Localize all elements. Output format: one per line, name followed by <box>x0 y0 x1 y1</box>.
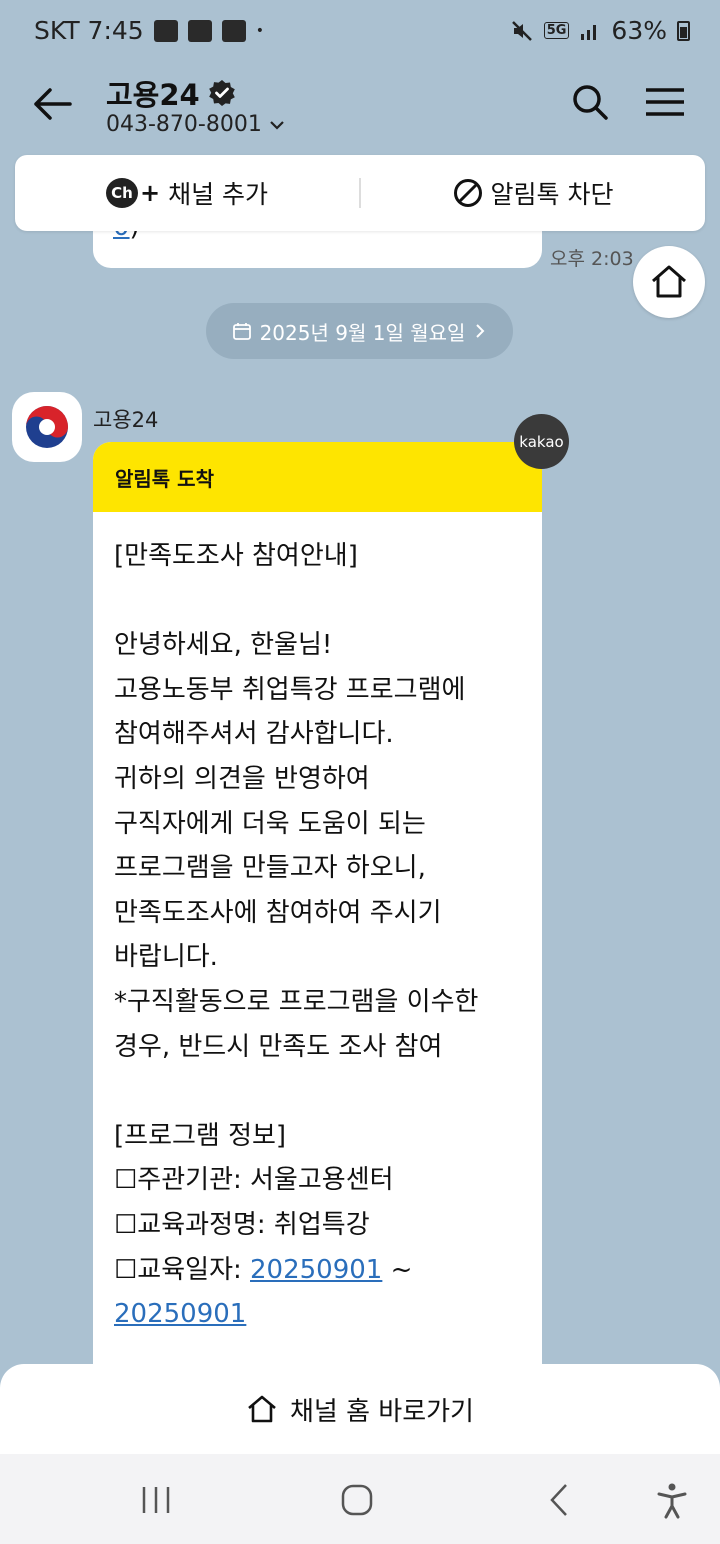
message-line: 구직자에게 더욱 도움이 되는 <box>114 808 426 839</box>
message-line: 고용노동부 취업특강 프로그램에 <box>114 674 466 705</box>
channel-icon: Ch <box>105 178 138 208</box>
message-line: 귀하의 의견을 반영하여 <box>114 763 370 794</box>
channel-home-button[interactable]: 채널 홈 바로가기 <box>0 1364 720 1454</box>
notification-dot: • <box>255 22 264 39</box>
channel-home-label: 채널 홈 바로가기 <box>290 1396 474 1427</box>
accessibility-icon[interactable] <box>652 1480 692 1520</box>
date-divider[interactable]: 2025년 9월 1일 월요일 <box>206 303 513 359</box>
sender-avatar[interactable] <box>12 392 82 462</box>
message-line: ☐주관기관: 서울고용센터 <box>114 1165 394 1196</box>
phone-number: 043-870-8001 <box>106 112 262 137</box>
education-date-end-line: 20250901 <box>114 1292 522 1337</box>
carrier-time: SKT 7:45 <box>34 16 144 45</box>
system-nav-bar <box>0 1454 720 1544</box>
menu-icon[interactable] <box>644 84 686 120</box>
battery-percent: 63% <box>611 16 667 45</box>
sender-name: 고용24 <box>93 408 159 432</box>
status-bar: SKT 7:45 • 5G 63% <box>0 0 720 62</box>
add-channel-label: 채널 추가 <box>168 180 269 209</box>
calendar-icon <box>232 323 251 340</box>
app-s-icon <box>187 19 212 42</box>
channel-name-text: 고용24 <box>106 78 200 112</box>
mute-icon <box>511 20 532 41</box>
message-line: 경우, 반드시 만족도 조사 참여 <box>114 1031 443 1062</box>
message-line: [만족도조사 참여안내] <box>114 541 358 571</box>
add-channel-button[interactable]: Ch + 채널 추가 <box>15 155 359 231</box>
channel-title[interactable]: 고용24 <box>106 72 236 114</box>
message-line: *구직활동으로 프로그램을 이수한 <box>114 986 479 1017</box>
message-line: 바랍니다. <box>114 942 218 973</box>
channel-action-bar: Ch + 채널 추가 알림톡 차단 <box>15 155 705 231</box>
education-date-label: ☐교육일자: <box>114 1254 251 1285</box>
verified-badge-icon <box>208 80 235 106</box>
home-icon <box>248 1395 276 1423</box>
note-icon <box>221 19 246 42</box>
channel-home-float-button[interactable] <box>633 246 705 318</box>
gallery-icon <box>153 19 178 42</box>
message-time: 오후 2:03 <box>550 248 634 270</box>
home-button-icon[interactable] <box>337 1480 377 1520</box>
chat-header: 고용24 043-870-8001 <box>0 62 720 152</box>
block-icon <box>453 179 482 207</box>
battery-icon <box>677 20 690 41</box>
back-arrow-icon[interactable] <box>30 82 74 126</box>
chevron-down-icon <box>270 120 284 130</box>
recent-apps-icon[interactable] <box>136 1480 176 1520</box>
message-header: 알림톡 도착 <box>93 442 542 512</box>
message-line: ☐교육과정명: 취업특강 <box>114 1209 370 1240</box>
signal-icon <box>581 24 597 40</box>
block-alimtalk-label: 알림톡 차단 <box>490 180 614 209</box>
plus-icon: + <box>139 179 161 207</box>
taegeuk-logo-icon <box>26 406 68 448</box>
message-line <box>114 1069 522 1114</box>
network-label: 5G <box>543 22 570 39</box>
back-button-icon[interactable] <box>540 1480 580 1520</box>
education-date-start-link[interactable]: 20250901 <box>250 1255 382 1285</box>
home-icon <box>652 265 686 298</box>
channel-phone[interactable]: 043-870-8001 <box>106 112 286 137</box>
message-line: 안녕하세요, 한울님! <box>114 630 333 661</box>
message-body: [만족도조사 참여안내] 안녕하세요, 한울님! 고용노동부 취업특강 프로그램… <box>93 512 542 1337</box>
block-alimtalk-button[interactable]: 알림톡 차단 <box>361 155 705 231</box>
date-text: 2025년 9월 1일 월요일 <box>259 320 466 345</box>
alimtalk-message-card: 알림톡 도착 [만족도조사 참여안내] 안녕하세요, 한울님! 고용노동부 취업… <box>93 442 542 1402</box>
education-date-line: ☐교육일자: 20250901 ~ <box>114 1248 522 1293</box>
date-separator: ~ <box>382 1254 413 1285</box>
message-line: 만족도조사에 참여하여 주시기 <box>114 897 442 928</box>
search-icon[interactable] <box>570 82 610 122</box>
message-line: 프로그램을 만들고자 하오니, <box>114 853 426 884</box>
message-line <box>114 579 522 624</box>
message-line: 참여해주셔서 감사합니다. <box>114 719 394 750</box>
chevron-right-icon <box>476 324 485 338</box>
message-line: [프로그램 정보] <box>114 1120 287 1151</box>
kakao-badge: kakao <box>514 414 569 469</box>
education-date-end-link[interactable]: 20250901 <box>114 1299 246 1329</box>
